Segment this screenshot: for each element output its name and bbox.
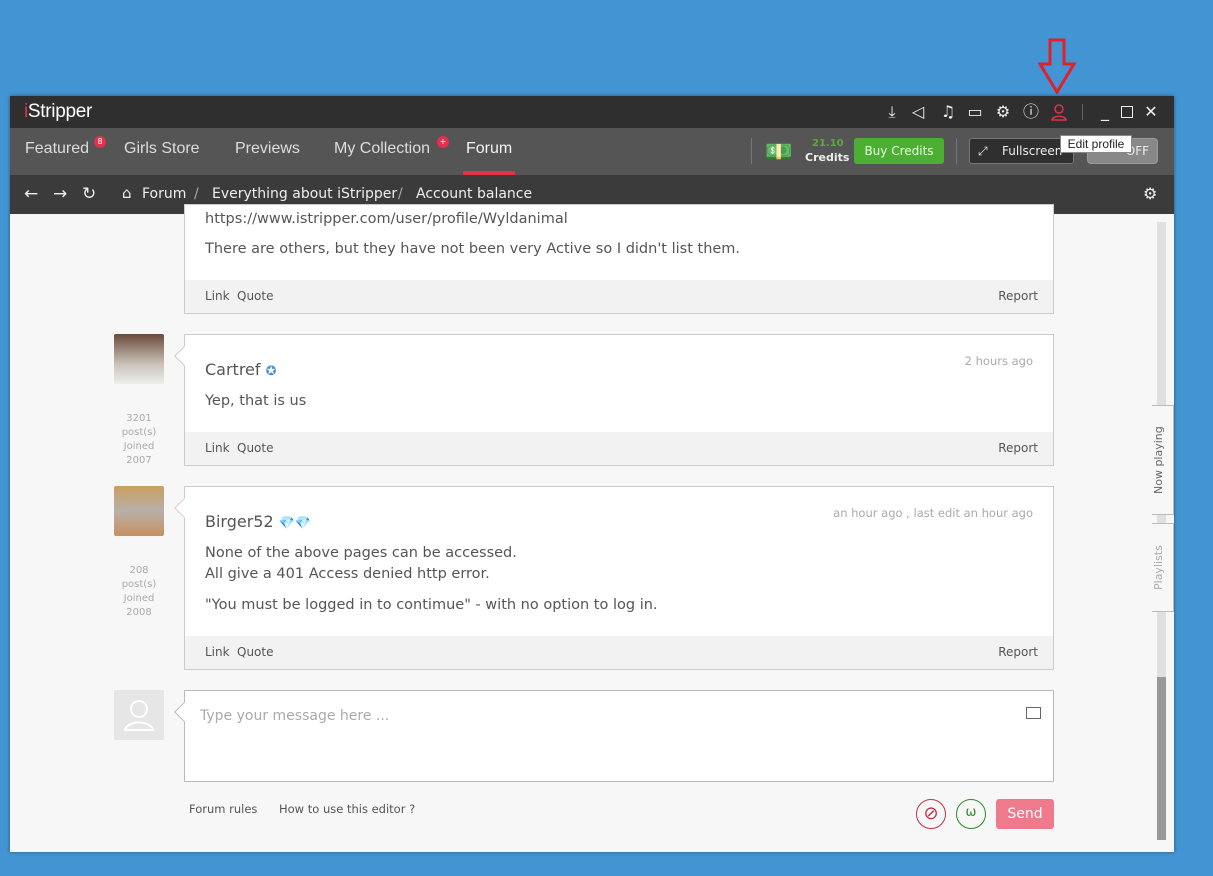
monitor-icon[interactable]: ▭ xyxy=(965,102,985,122)
credits-value: 21.10 xyxy=(812,138,844,149)
quote-button[interactable]: Quote xyxy=(237,645,273,659)
divider xyxy=(751,138,752,164)
app-logo: iStripper xyxy=(24,101,93,122)
close-icon[interactable]: ✕ xyxy=(1141,102,1161,122)
tab-previews[interactable]: Previews xyxy=(235,140,300,158)
link-button[interactable]: Link xyxy=(205,441,230,455)
edit-profile-icon[interactable] xyxy=(1050,103,1068,121)
post-text: https://www.istripper.com/user/profile/W… xyxy=(205,211,568,227)
minimize-icon[interactable]: _ xyxy=(1095,102,1115,122)
message-input[interactable]: Type your message here ... xyxy=(174,690,1054,782)
forward-icon[interactable]: → xyxy=(53,184,67,204)
post-text: There are others, but they have not been… xyxy=(205,241,741,257)
back-icon[interactable]: ← xyxy=(24,184,38,204)
tab-featured[interactable]: Featured xyxy=(25,140,89,158)
post-text: All give a 401 Access denied http error. xyxy=(205,566,490,582)
maximize-icon[interactable] xyxy=(1121,106,1133,118)
tab-forum[interactable]: Forum xyxy=(466,140,512,158)
forum-rules-link[interactable]: Forum rules xyxy=(189,802,257,816)
card-tail xyxy=(174,498,194,518)
separator: / xyxy=(398,186,403,202)
breadcrumb-category[interactable]: Everything about iStripper xyxy=(212,186,397,202)
user-stats: 208 post(s) Joined 2008 xyxy=(121,565,157,618)
avatar[interactable] xyxy=(114,334,164,384)
credits-label: Credits xyxy=(805,151,850,164)
star-badge-icon: ✪ xyxy=(265,364,277,379)
info-icon[interactable]: ⓘ xyxy=(1021,102,1041,122)
post-footer: Link Quote Report xyxy=(185,432,1053,465)
user-icon xyxy=(123,700,155,731)
breadcrumb-topic: Account balance xyxy=(416,186,533,202)
download-icon[interactable]: ⤓ xyxy=(882,102,902,122)
fullscreen-button[interactable]: ⤢ Fullscreen xyxy=(969,138,1074,164)
speaker-icon[interactable]: ◁ xyxy=(908,102,928,122)
editor-help-link[interactable]: How to use this editor ? xyxy=(279,802,415,816)
post-time: an hour ago , last edit an hour ago xyxy=(833,506,1033,520)
report-button[interactable]: Report xyxy=(998,289,1038,303)
main-nav: Featured 8 Girls Store Previews My Colle… xyxy=(10,128,1174,175)
money-icon: 💵 xyxy=(765,140,793,165)
quote-button[interactable]: Quote xyxy=(237,289,273,303)
message-placeholder: Type your message here ... xyxy=(200,708,390,724)
expand-icon: ⤢ xyxy=(978,144,988,158)
no-nudity-icon[interactable]: ⊘ xyxy=(916,799,946,829)
link-button[interactable]: Link xyxy=(205,645,230,659)
featured-badge: 8 xyxy=(94,136,106,148)
post-card: 2 hours ago Cartref ✪ Yep, that is us Li… xyxy=(174,334,1054,466)
link-button[interactable]: Link xyxy=(205,289,230,303)
nudity-icon[interactable]: ω xyxy=(956,799,986,829)
post-card: an hour ago , last edit an hour ago Birg… xyxy=(174,486,1054,670)
card-tail xyxy=(174,346,194,366)
image-icon[interactable] xyxy=(1026,707,1041,719)
separator: / xyxy=(194,186,199,202)
post-author[interactable]: Cartref ✪ xyxy=(205,360,277,379)
title-bar: iStripper ⤓ ◁ ♫ ▭ ⚙ ⓘ _ ✕ xyxy=(10,96,1174,128)
card-tail xyxy=(174,702,194,722)
fullscreen-label: Fullscreen xyxy=(1002,144,1063,158)
divider xyxy=(956,138,957,164)
post-text: Yep, that is us xyxy=(205,393,307,409)
post-card: https://www.istripper.com/user/profile/W… xyxy=(184,204,1054,314)
tab-girls-store[interactable]: Girls Store xyxy=(124,140,200,158)
scrollbar-thumb[interactable] xyxy=(1157,677,1166,840)
tooltip: Edit profile xyxy=(1060,135,1132,153)
post-time: 2 hours ago xyxy=(964,354,1033,368)
quote-button[interactable]: Quote xyxy=(237,441,273,455)
avatar-placeholder xyxy=(114,690,164,740)
settings-icon[interactable]: ⚙ xyxy=(1143,184,1157,203)
buy-credits-button[interactable]: Buy Credits xyxy=(854,138,944,164)
user-stats: 3201 post(s) Joined 2007 xyxy=(121,413,157,466)
music-icon[interactable]: ♫ xyxy=(938,102,958,122)
tab-my-collection[interactable]: My Collection xyxy=(334,140,430,158)
refresh-icon[interactable]: ↻ xyxy=(82,184,96,204)
post-footer: Link Quote Report xyxy=(185,636,1053,669)
red-arrow-annotation xyxy=(1038,38,1077,94)
avatar[interactable] xyxy=(114,486,164,536)
home-icon: ⌂ xyxy=(122,184,132,202)
post-author[interactable]: Birger52 💎💎 xyxy=(205,512,311,531)
playlists-tab[interactable]: Playlists xyxy=(1152,523,1174,612)
app-window: iStripper ⤓ ◁ ♫ ▭ ⚙ ⓘ _ ✕ Featured 8 Gir… xyxy=(10,96,1174,852)
report-button[interactable]: Report xyxy=(998,645,1038,659)
post-text: None of the above pages can be accessed. xyxy=(205,545,517,561)
divider xyxy=(1082,104,1083,120)
diamond-badge-icon: 💎💎 xyxy=(278,516,312,531)
post-footer: Link Quote Report xyxy=(185,280,1053,313)
send-button[interactable]: Send xyxy=(996,799,1054,829)
report-button[interactable]: Report xyxy=(998,441,1038,455)
post-text: "You must be logged in to contimue" - wi… xyxy=(205,597,658,613)
now-playing-tab[interactable]: Now playing xyxy=(1152,405,1174,515)
breadcrumb-forum[interactable]: Forum xyxy=(142,186,186,202)
gear-icon[interactable]: ⚙ xyxy=(993,102,1013,122)
collection-badge: + xyxy=(437,136,449,148)
